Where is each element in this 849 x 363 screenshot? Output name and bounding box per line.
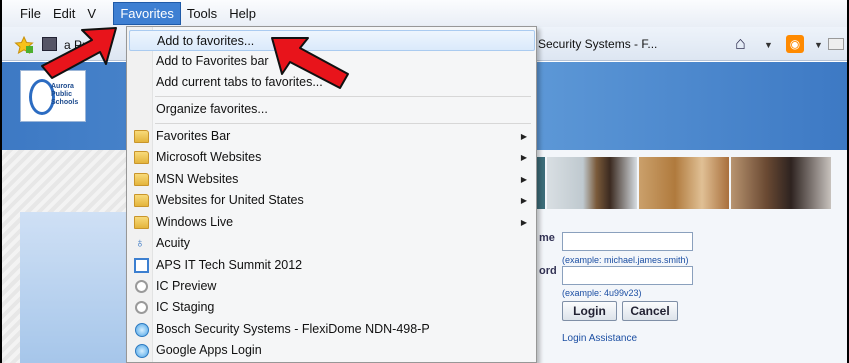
photo-agent-1 — [547, 157, 637, 209]
menu-item-organize-favorites[interactable]: Organize favorites... — [129, 99, 535, 120]
folder-icon — [134, 130, 149, 143]
menu-item-label: Organize favorites... — [156, 102, 268, 116]
ie-page-icon — [135, 344, 149, 358]
menu-tools[interactable]: Tools — [181, 3, 223, 24]
logo-text-aurora: Aurora — [51, 83, 74, 90]
login-button[interactable]: Login — [562, 301, 617, 321]
red-arrow-icon — [41, 27, 117, 79]
submenu-arrow-icon: ▶ — [520, 132, 527, 141]
menu-edit[interactable]: Edit — [47, 3, 81, 24]
menu-bar: File Edit V Favorites Tools Help — [2, 0, 847, 27]
username-label: me — [539, 232, 555, 244]
menu-link-google-apps-login[interactable]: Google Apps Login — [129, 340, 535, 361]
menu-link-ic-preview[interactable]: IC Preview — [129, 276, 535, 297]
tab-title[interactable]: Security Systems - F... — [538, 37, 657, 51]
menu-link-ic-staging[interactable]: IC Staging — [129, 297, 535, 318]
submenu-arrow-icon: ▶ — [520, 218, 527, 227]
menu-item-label: Google Apps Login — [156, 343, 262, 357]
menu-item-label: Microsoft Websites — [156, 150, 262, 164]
submenu-arrow-icon: ▶ — [520, 175, 527, 184]
menu-folder-favorites-bar[interactable]: Favorites Bar ▶ — [129, 126, 535, 147]
password-hint: (example: 4u99v23) — [562, 288, 642, 298]
ie-page-icon — [135, 323, 149, 337]
menu-folder-msn-websites[interactable]: MSN Websites ▶ — [129, 169, 535, 190]
login-assistance-link[interactable]: Login Assistance — [562, 333, 637, 344]
submenu-arrow-icon: ▶ — [520, 153, 527, 162]
cancel-button[interactable]: Cancel — [622, 301, 678, 321]
header-photos — [537, 157, 847, 209]
calendar-icon — [134, 258, 149, 273]
menu-file[interactable]: File — [14, 3, 47, 24]
logo-text-schools: Schools — [51, 99, 79, 106]
submenu-arrow-icon: ▶ — [520, 196, 527, 205]
password-field[interactable] — [562, 266, 693, 285]
ring-icon — [135, 280, 148, 293]
menu-separator — [155, 123, 531, 124]
ring-icon — [135, 301, 148, 314]
menu-item-label: Acuity — [156, 236, 191, 250]
blue-side-panel — [20, 212, 130, 363]
menu-item-label: Bosch Security Systems - FlexiDome NDN-4… — [156, 322, 430, 336]
menu-link-bosch-security[interactable]: Bosch Security Systems - FlexiDome NDN-4… — [129, 319, 535, 340]
menu-help[interactable]: Help — [223, 3, 262, 24]
logo-text-public: Public — [51, 91, 73, 98]
menu-separator — [155, 96, 531, 97]
menu-item-label: Websites for United States — [156, 193, 304, 207]
menu-folder-websites-united-states[interactable]: Websites for United States ▶ — [129, 190, 535, 211]
menu-item-label: Windows Live — [156, 215, 234, 229]
rss-feed-icon[interactable]: ◉ — [786, 35, 804, 53]
acuity-icon: ♁ — [135, 235, 145, 250]
rss-dropdown-icon[interactable]: ▼ — [814, 40, 823, 50]
mail-icon[interactable] — [828, 38, 844, 50]
menu-folder-windows-live[interactable]: Windows Live ▶ — [129, 212, 535, 233]
folder-icon — [134, 151, 149, 164]
username-hint: (example: michael.james.smith) — [562, 255, 689, 265]
menu-item-label: IC Preview — [156, 279, 217, 293]
menu-item-label: Add to Favorites bar — [156, 54, 269, 68]
folder-icon — [134, 173, 149, 186]
password-label: ord — [539, 265, 557, 277]
favorites-star-icon[interactable] — [14, 36, 34, 54]
red-arrow-icon — [271, 37, 349, 89]
home-dropdown-icon[interactable]: ▼ — [764, 40, 773, 50]
folder-icon — [134, 194, 149, 207]
menu-item-label: MSN Websites — [156, 172, 239, 186]
menu-folder-microsoft-websites[interactable]: Microsoft Websites ▶ — [129, 147, 535, 168]
browser-window: File Edit V Favorites Tools Help a Pryor… — [2, 0, 847, 363]
menu-item-label: IC Staging — [156, 300, 215, 314]
menu-item-label: Favorites Bar — [156, 129, 231, 143]
menu-view[interactable]: V — [81, 3, 113, 24]
menu-link-acuity[interactable]: ♁ Acuity — [129, 233, 535, 254]
menu-item-label: Add to favorites... — [157, 34, 255, 48]
photo-agent-2 — [639, 157, 729, 209]
photo-agent-3 — [731, 157, 831, 209]
home-icon[interactable]: ⌂ — [735, 33, 746, 54]
folder-icon — [134, 216, 149, 229]
menu-item-label: APS IT Tech Summit 2012 — [156, 258, 303, 272]
menu-favorites[interactable]: Favorites — [113, 2, 181, 25]
photo-strip — [537, 157, 545, 209]
menu-link-aps-it-tech-summit[interactable]: APS IT Tech Summit 2012 — [129, 255, 535, 276]
username-field[interactable] — [562, 232, 693, 251]
